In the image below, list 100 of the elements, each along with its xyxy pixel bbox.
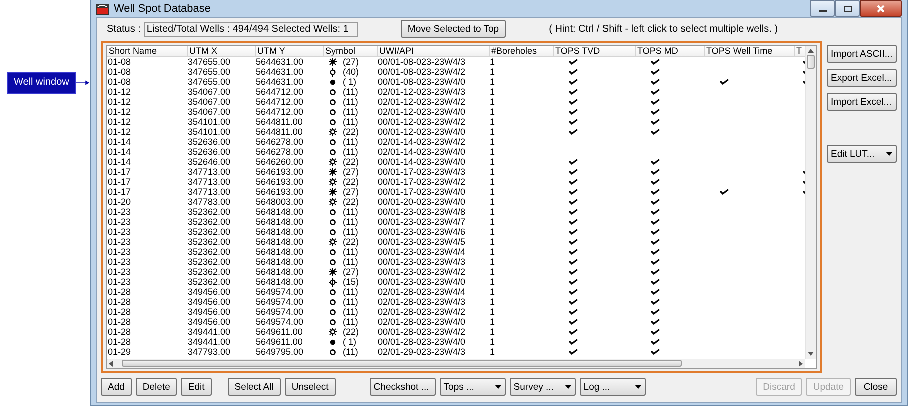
table-cell-text: 01-17 — [107, 187, 132, 197]
dropdown-button[interactable]: Survey ... — [510, 378, 576, 396]
table-cell-text: 352362.00 — [187, 257, 232, 267]
column-header[interactable]: UWI/API — [377, 46, 489, 56]
dropdown-button[interactable]: Log ... — [580, 378, 646, 396]
symbol-code: (22) — [343, 177, 360, 187]
table-cell-text: 00/01-14-023-23W4/0 — [377, 157, 467, 167]
burst-icon — [329, 268, 337, 276]
table-cell-text: 1 — [489, 257, 496, 267]
table-cell-text: 01-23 — [107, 227, 132, 237]
scroll-up-icon[interactable] — [808, 49, 814, 53]
table-cell-text: 01-12 — [107, 127, 132, 137]
select-button[interactable]: Unselect — [284, 378, 336, 396]
table-cell-text: 5644712.00 — [255, 87, 305, 97]
maximize-icon — [842, 4, 852, 12]
table-cell-text: 1 — [489, 267, 496, 277]
maximize-button[interactable] — [835, 0, 860, 17]
table-cell-text: 01-28 — [107, 287, 132, 297]
symbol-code: (27) — [343, 187, 360, 197]
table-cell-text: 01-23 — [107, 267, 132, 277]
minimize-button[interactable] — [810, 0, 835, 17]
scrollbar-thumb[interactable] — [122, 360, 682, 367]
symbol-code: ( 1) — [343, 337, 356, 347]
dropdown-button[interactable]: Tops ... — [440, 378, 506, 396]
symbol-code: (11) — [343, 287, 358, 297]
table-cell-text: 349456.00 — [187, 297, 232, 307]
dropdown-button[interactable]: Export Excel... — [827, 69, 897, 87]
table-cell-text: 354067.00 — [187, 107, 232, 117]
table-cell-text: 02/01-14-023-23W4/2 — [377, 137, 467, 147]
table-cell-text: 01-12 — [107, 107, 132, 117]
table-cell-text: 1 — [489, 127, 496, 137]
table-cell-text: 1 — [489, 117, 496, 127]
table-cell-text: 00/01-23-023-23W4/6 — [377, 227, 467, 237]
action-button[interactable]: Close — [855, 378, 897, 396]
column-header[interactable]: UTM Y — [255, 46, 323, 56]
table-cell-text: 01-23 — [107, 257, 132, 267]
scroll-down-icon[interactable] — [808, 352, 814, 356]
table-cell-text: 5644631.00 — [255, 77, 305, 87]
table-cell-text: 00/01-23-023-23W4/4 — [377, 247, 467, 257]
table-cell-text: 01-14 — [107, 137, 132, 147]
dropdown-button[interactable]: Edit LUT... — [827, 145, 897, 163]
table-cell-text: 1 — [489, 167, 496, 177]
table-cell-text: 02/01-12-023-23W4/3 — [377, 87, 467, 97]
close-button[interactable] — [860, 0, 902, 17]
action-button[interactable]: Edit — [181, 378, 212, 396]
burst-icon — [329, 58, 337, 66]
table-cell-text: 01-28 — [107, 327, 132, 337]
caret-icon — [634, 385, 642, 389]
table-cell-text: 00/01-12-023-23W4/0 — [377, 127, 467, 137]
table-cell-text: 5649574.00 — [255, 297, 305, 307]
crosshair-icon — [329, 278, 337, 286]
symbol-code: (11) — [343, 317, 358, 327]
circle-icon — [329, 348, 337, 356]
table-cell-text: 01-23 — [107, 237, 132, 247]
column-header[interactable]: #Boreholes — [489, 46, 553, 56]
select-button[interactable]: Select All — [228, 378, 281, 396]
dropdown-button[interactable]: Import Excel... — [827, 93, 897, 111]
table-cell-text: 349456.00 — [187, 307, 232, 317]
table-cell-text: 01-23 — [107, 247, 132, 257]
table-cell-text: 5644811.00 — [255, 117, 304, 127]
table-cell-text: 01-20 — [107, 197, 132, 207]
table-cell-text: 02/01-12-023-23W4/0 — [377, 107, 467, 117]
move-to-top-button[interactable]: Move Selected to Top — [400, 20, 506, 38]
sun-icon — [329, 158, 337, 166]
column-header[interactable]: T — [794, 46, 805, 56]
table-cell-text: 5648148.00 — [255, 277, 305, 287]
table-cell-text: 349456.00 — [187, 287, 232, 297]
status-field: Listed/Total Wells : 494/494 Selected Wells: 1 — [144, 22, 358, 36]
scroll-left-icon[interactable] — [109, 360, 113, 366]
sun-icon — [329, 198, 337, 206]
column-header[interactable]: TOPS TVD — [553, 46, 635, 56]
sun-icon — [329, 178, 337, 186]
scrollbar-thumb[interactable] — [807, 55, 815, 69]
table-cell-text: 5644712.00 — [255, 97, 305, 107]
table-cell-text: 5648148.00 — [255, 207, 305, 217]
burst-icon — [329, 188, 337, 196]
table-cell-text: 349456.00 — [187, 317, 232, 327]
table-cell-text: 5644811.00 — [255, 127, 304, 137]
symbol-code: (27) — [343, 167, 360, 177]
column-header[interactable]: TOPS MD — [635, 46, 704, 56]
column-header[interactable]: UTM X — [187, 46, 255, 56]
dropdown-button[interactable]: Checkshot ... — [370, 378, 436, 396]
symbol-code: (11) — [343, 207, 358, 217]
table-cell-text: 1 — [489, 67, 496, 77]
table-cell-text: 01-28 — [107, 317, 132, 327]
scroll-right-icon[interactable] — [799, 360, 803, 366]
dropdown-button[interactable]: Import ASCII... — [827, 45, 897, 63]
symbol-code: (11) — [343, 227, 358, 237]
symbol-code: (27) — [343, 57, 360, 67]
column-header[interactable]: TOPS Well Time — [704, 46, 794, 56]
action-button[interactable]: Delete — [136, 378, 178, 396]
column-header[interactable]: Short Name — [107, 46, 187, 56]
action-button[interactable]: Add — [101, 378, 132, 396]
sun-icon — [329, 328, 337, 336]
table-cell-text: 1 — [489, 297, 496, 307]
table-cell-text: 01-28 — [107, 297, 132, 307]
table-cell-text: 5648003.00 — [255, 197, 305, 207]
column-header[interactable]: Symbol — [323, 46, 377, 56]
table-cell-text: 352646.00 — [187, 157, 232, 167]
table-cell-text: 5649574.00 — [255, 287, 305, 297]
